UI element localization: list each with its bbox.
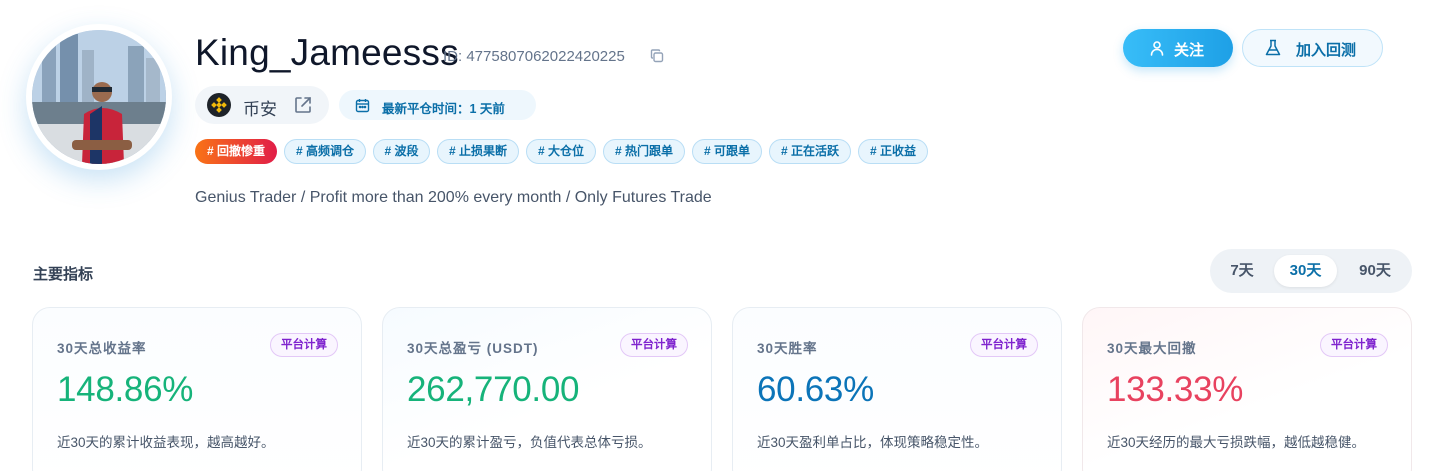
user-icon <box>1149 40 1165 56</box>
tag-item[interactable]: # 波段 <box>373 139 430 164</box>
platform-calculated-badge: 平台计算 <box>270 333 338 357</box>
tag-item[interactable]: # 热门跟单 <box>603 139 685 164</box>
metric-label: 30天总盈亏 (USDT) <box>407 341 539 356</box>
tag-item[interactable]: # 可跟单 <box>692 139 762 164</box>
tag-item[interactable]: # 大仓位 <box>526 139 596 164</box>
metric-value: 148.86% <box>57 370 194 409</box>
follow-button[interactable]: 关注 <box>1123 29 1233 67</box>
exchange-badge[interactable]: 币安 <box>195 86 329 124</box>
metric-description: 近30天盈利单占比，体现策略稳定性。 <box>757 435 989 450</box>
metric-label: 30天胜率 <box>757 341 818 356</box>
trader-id: ID: 4775807062022420225 <box>443 48 625 65</box>
exchange-name: 币安 <box>243 100 277 119</box>
tag-item[interactable]: # 回撤惨重 <box>195 139 277 164</box>
metric-label: 30天最大回撤 <box>1107 341 1197 356</box>
metric-value: 60.63% <box>757 370 874 409</box>
platform-calculated-badge: 平台计算 <box>970 333 1038 357</box>
metric-card-pnl: 30天总盈亏 (USDT) 平台计算 262,770.00 近30天的累计盈亏，… <box>382 307 712 471</box>
platform-calculated-badge: 平台计算 <box>620 333 688 357</box>
tag-item[interactable]: # 止损果断 <box>437 139 519 164</box>
metric-value: 133.33% <box>1107 370 1244 409</box>
avatar-frame <box>26 24 172 170</box>
add-to-backtest-button[interactable]: 加入回测 <box>1242 29 1383 67</box>
trader-bio: Genius Trader / Profit more than 200% ev… <box>195 189 712 206</box>
metric-value: 262,770.00 <box>407 370 580 409</box>
flask-icon <box>1264 39 1282 57</box>
section-title: 主要指标 <box>33 266 94 283</box>
copy-icon[interactable] <box>650 49 664 63</box>
add-to-backtest-label: 加入回测 <box>1296 42 1357 59</box>
tag-item[interactable]: # 正收益 <box>858 139 928 164</box>
metric-description: 近30天的累计收益表现，越高越好。 <box>57 435 275 450</box>
follow-button-label: 关注 <box>1174 42 1205 59</box>
period-option-30d[interactable]: 30天 <box>1274 255 1337 287</box>
metric-card-max-drawdown: 30天最大回撤 平台计算 133.33% 近30天经历的最大亏损跌幅，越低越稳健… <box>1082 307 1412 471</box>
period-option-7d[interactable]: 7天 <box>1223 255 1261 287</box>
metric-description: 近30天经历的最大亏损跌幅，越低越稳健。 <box>1107 435 1366 450</box>
binance-logo-icon <box>207 93 231 117</box>
metric-label: 30天总收益率 <box>57 341 147 356</box>
period-option-90d[interactable]: 90天 <box>1350 255 1400 287</box>
calendar-icon <box>355 98 370 113</box>
last-close-text: 最新平仓时间：1 天前 <box>382 102 505 116</box>
period-switch: 7天 30天 90天 <box>1210 249 1412 293</box>
metric-description: 近30天的累计盈亏，负值代表总体亏损。 <box>407 435 652 450</box>
last-close-time: 最新平仓时间：1 天前 <box>339 90 536 120</box>
platform-calculated-badge: 平台计算 <box>1320 333 1388 357</box>
tag-item[interactable]: # 正在活跃 <box>769 139 851 164</box>
metric-card-return: 30天总收益率 平台计算 148.86% 近30天的累计收益表现，越高越好。 <box>32 307 362 471</box>
external-link-icon[interactable] <box>293 95 313 115</box>
tag-item[interactable]: # 高频调仓 <box>284 139 366 164</box>
metric-card-win-rate: 30天胜率 平台计算 60.63% 近30天盈利单占比，体现策略稳定性。 <box>732 307 1062 471</box>
trader-name: King_Jameesss <box>195 32 459 73</box>
avatar[interactable] <box>32 30 166 164</box>
